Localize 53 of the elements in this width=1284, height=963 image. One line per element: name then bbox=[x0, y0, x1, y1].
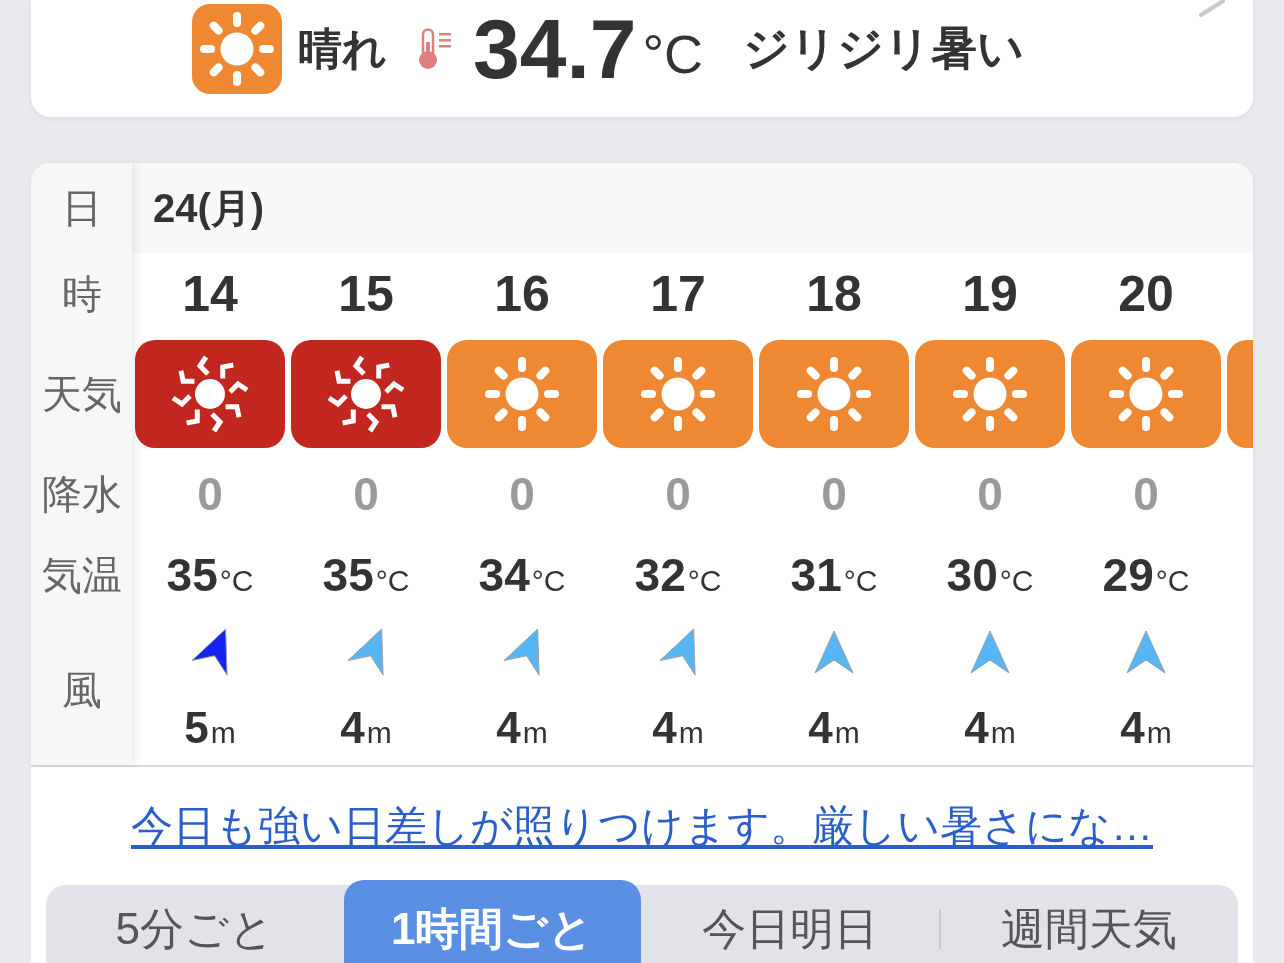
row-label: 天気 bbox=[41, 370, 122, 418]
wind-speed: 4m bbox=[652, 706, 704, 750]
tab[interactable]: 1時間ごと bbox=[343, 880, 641, 963]
hour-label: 20 bbox=[1118, 265, 1174, 323]
wind-speed: 4m bbox=[340, 706, 392, 750]
temperature-text: 31°C bbox=[790, 548, 878, 602]
tab[interactable]: 今日明日 bbox=[641, 885, 939, 963]
precipitation-value: 0 bbox=[353, 467, 379, 521]
wind-speed: 4m bbox=[808, 706, 860, 750]
row-label: 日 bbox=[61, 184, 102, 232]
temperature-text: 29°C bbox=[1102, 548, 1190, 602]
row-label: 気温 bbox=[41, 551, 122, 599]
temperature-text: 35°C bbox=[166, 548, 254, 602]
hour-label: 18 bbox=[806, 265, 862, 323]
precipitation-value: 0 bbox=[821, 467, 847, 521]
row-label: 時 bbox=[61, 270, 102, 318]
hour-label: 15 bbox=[338, 265, 394, 323]
precipitation-value: 0 bbox=[509, 467, 535, 521]
wind-speed: 4m bbox=[496, 706, 548, 750]
temperature-unit: °C bbox=[642, 27, 704, 81]
hour-label: 19 bbox=[962, 265, 1018, 323]
row-label: 風 bbox=[61, 666, 102, 714]
temperature-text: 34°C bbox=[478, 548, 566, 602]
temperature-text: 30°C bbox=[946, 548, 1034, 602]
date-label: 24(月) bbox=[153, 184, 265, 232]
blazing-sun-icon bbox=[135, 340, 285, 448]
thermometer-icon bbox=[417, 28, 453, 70]
precipitation-value: 0 bbox=[977, 467, 1003, 521]
precipitation-value: 0 bbox=[665, 467, 691, 521]
wind-speed: 4m bbox=[964, 706, 1016, 750]
tab[interactable]: 5分ごと bbox=[46, 885, 344, 963]
hour-label: 17 bbox=[650, 265, 706, 323]
condition-text: 晴れ bbox=[298, 22, 387, 75]
temperature-value: 34.7 bbox=[473, 7, 637, 91]
precipitation-value: 0 bbox=[197, 467, 223, 521]
sun-icon bbox=[759, 340, 909, 448]
comment-text: ジリジリ暑い bbox=[743, 21, 1025, 76]
sun-icon bbox=[192, 4, 282, 94]
row-label: 降水 bbox=[41, 470, 122, 518]
sun-icon bbox=[603, 340, 753, 448]
hour-label: 16 bbox=[494, 265, 550, 323]
precipitation-value: 0 bbox=[1133, 467, 1159, 521]
temperature-text: 32°C bbox=[634, 548, 722, 602]
wind-speed: 4m bbox=[1120, 706, 1172, 750]
blazing-sun-icon bbox=[291, 340, 441, 448]
chevron-icon bbox=[1199, 0, 1225, 17]
temperature-text: 35°C bbox=[322, 548, 410, 602]
sun-icon bbox=[915, 340, 1065, 448]
hour-label: 14 bbox=[182, 265, 238, 323]
sun-icon bbox=[1071, 340, 1221, 448]
wind-speed: 5m bbox=[184, 706, 236, 750]
tab[interactable]: 週間天気 bbox=[940, 885, 1238, 963]
sun-icon bbox=[447, 340, 597, 448]
